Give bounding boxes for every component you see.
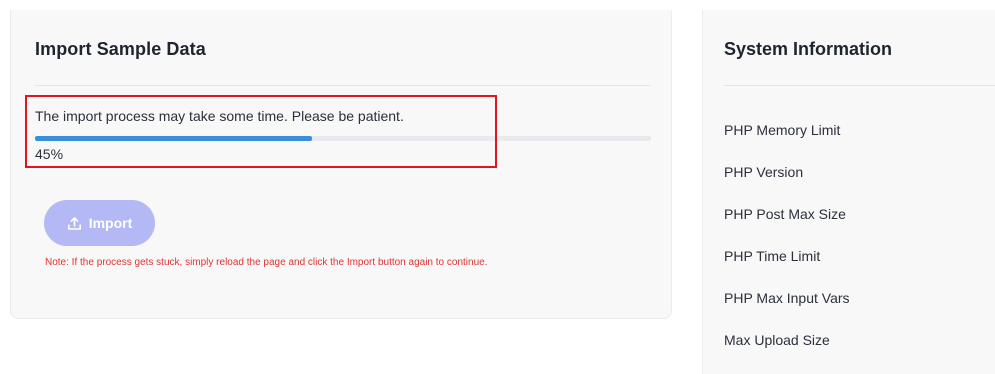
system-info-list: PHP Memory Limit PHP Version PHP Post Ma…	[724, 122, 850, 374]
import-card-title: Import Sample Data	[35, 39, 206, 59]
system-info-item-php-post-max-size: PHP Post Max Size	[724, 206, 846, 222]
import-progress-fill	[35, 136, 313, 141]
import-progress-percent: 45%	[35, 146, 64, 162]
system-card-divider	[724, 85, 995, 86]
system-info-item-php-time-limit: PHP Time Limit	[724, 248, 821, 264]
system-card-title: System Information	[724, 39, 893, 59]
import-progress-bar	[35, 136, 651, 141]
import-sample-data-card: Import Sample Data The import process ma…	[10, 10, 672, 319]
page: Import Sample Data The import process ma…	[0, 0, 995, 374]
import-card-divider	[35, 85, 651, 86]
import-progress-message: The import process may take some time. P…	[35, 108, 404, 124]
system-info-item-php-version: PHP Version	[724, 164, 804, 180]
import-button[interactable]: Import	[44, 200, 155, 246]
system-information-card: System Information PHP Memory Limit PHP …	[702, 10, 995, 374]
import-stuck-note: Note: If the process gets stuck, simply …	[45, 257, 488, 268]
system-info-item-max-upload-size: Max Upload Size	[724, 332, 830, 348]
system-info-item-php-memory-limit: PHP Memory Limit	[724, 122, 841, 138]
upload-icon	[67, 216, 81, 230]
import-button-label: Import	[88, 215, 133, 231]
system-info-item-php-max-input-vars: PHP Max Input Vars	[724, 290, 850, 306]
